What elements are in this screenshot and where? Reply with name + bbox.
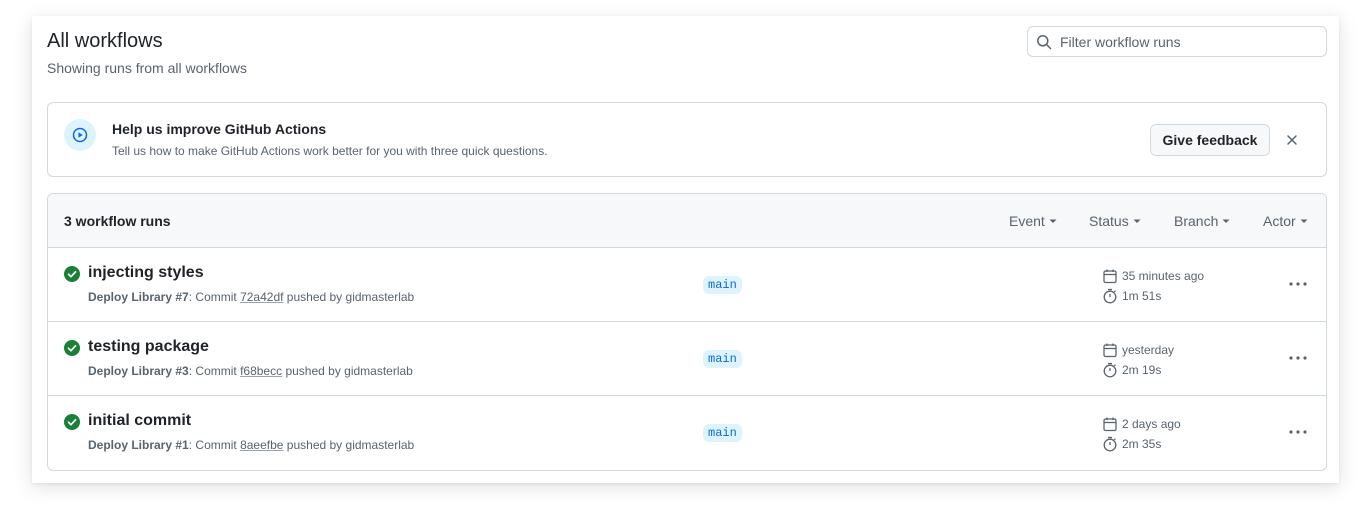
run-time: 35 minutes ago	[1102, 268, 1204, 284]
close-icon[interactable]	[1284, 132, 1300, 148]
commit-prefix: : Commit	[188, 364, 241, 378]
run-duration: 2m 19s	[1102, 362, 1161, 378]
page-subtitle: Showing runs from all workflows	[47, 60, 247, 76]
play-circle-icon	[64, 119, 96, 151]
filter-runs-input[interactable]	[1060, 33, 1310, 50]
run-time-label: 2 days ago	[1122, 417, 1181, 431]
pushed-by: pushed by gidmasterlab	[282, 364, 413, 378]
event-filter[interactable]: Event	[1009, 213, 1057, 229]
check-circle-icon	[64, 266, 80, 282]
workflow-runs-list: 3 workflow runs Event Status Branch Acto…	[47, 193, 1327, 471]
branch-badge[interactable]: main	[703, 350, 742, 368]
calendar-icon	[1102, 416, 1118, 432]
workflow-name: Deploy Library #7	[88, 290, 189, 304]
branch-filter[interactable]: Branch	[1174, 213, 1230, 229]
run-meta: Deploy Library #3: Commit f68becc pushed…	[88, 364, 413, 378]
page-title: All workflows	[47, 30, 163, 52]
commit-prefix: : Commit	[188, 290, 241, 304]
calendar-icon	[1102, 268, 1118, 284]
actor-filter[interactable]: Actor	[1263, 213, 1308, 229]
actor-filter-label: Actor	[1263, 213, 1296, 229]
workflow-name: Deploy Library #3	[88, 364, 189, 378]
run-time-label: yesterday	[1122, 343, 1175, 357]
commit-sha-link[interactable]: f68becc	[240, 364, 282, 378]
stopwatch-icon	[1102, 362, 1118, 378]
caret-down-icon	[1222, 217, 1230, 225]
kebab-horizontal-icon[interactable]	[1288, 276, 1308, 292]
caret-down-icon	[1049, 217, 1057, 225]
banner-title: Help us improve GitHub Actions	[112, 121, 327, 137]
runs-count: 3 workflow runs	[64, 213, 171, 229]
workflow-run-row[interactable]: injecting styles Deploy Library #7: Comm…	[48, 248, 1326, 322]
commit-sha-link[interactable]: 72a42df	[240, 290, 283, 304]
pushed-by: pushed by gidmasterlab	[283, 290, 415, 304]
branch-badge[interactable]: main	[703, 424, 742, 442]
run-title-link[interactable]: initial commit	[88, 412, 191, 430]
run-time: yesterday	[1102, 342, 1174, 358]
commit-sha-link[interactable]: 8aeefbe	[240, 438, 283, 452]
run-duration: 2m 35s	[1102, 436, 1161, 452]
kebab-horizontal-icon[interactable]	[1288, 424, 1308, 440]
branch-filter-label: Branch	[1174, 213, 1219, 229]
caret-down-icon	[1133, 217, 1141, 225]
run-duration-label: 1m 51s	[1122, 289, 1162, 303]
branch-badge[interactable]: main	[703, 276, 742, 294]
check-circle-icon	[64, 340, 80, 356]
run-duration: 1m 51s	[1102, 288, 1161, 304]
feedback-banner: Help us improve GitHub Actions Tell us h…	[47, 102, 1327, 177]
workflow-run-row[interactable]: initial commit Deploy Library #1: Commit…	[48, 396, 1326, 470]
run-meta: Deploy Library #7: Commit 72a42df pushed…	[88, 290, 414, 304]
search-icon	[1036, 34, 1052, 50]
stopwatch-icon	[1102, 436, 1118, 452]
caret-down-icon	[1300, 217, 1308, 225]
commit-prefix: : Commit	[188, 438, 241, 452]
run-time-label: 35 minutes ago	[1122, 269, 1205, 283]
give-feedback-button[interactable]: Give feedback	[1150, 124, 1270, 156]
search-box	[1027, 26, 1327, 57]
run-duration-label: 2m 19s	[1122, 363, 1162, 377]
run-time: 2 days ago	[1102, 416, 1181, 432]
workflows-panel: All workflows Showing runs from all work…	[32, 16, 1339, 483]
status-filter[interactable]: Status	[1089, 213, 1141, 229]
run-meta: Deploy Library #1: Commit 8aeefbe pushed…	[88, 438, 414, 452]
run-title-link[interactable]: testing package	[88, 338, 209, 356]
event-filter-label: Event	[1009, 213, 1045, 229]
kebab-horizontal-icon[interactable]	[1288, 350, 1308, 366]
runs-header: 3 workflow runs Event Status Branch Acto…	[48, 194, 1326, 248]
stopwatch-icon	[1102, 288, 1118, 304]
calendar-icon	[1102, 342, 1118, 358]
workflow-run-row[interactable]: testing package Deploy Library #3: Commi…	[48, 322, 1326, 396]
run-duration-label: 2m 35s	[1122, 437, 1162, 451]
banner-description: Tell us how to make GitHub Actions work …	[112, 144, 548, 158]
check-circle-icon	[64, 414, 80, 430]
workflow-name: Deploy Library #1	[88, 438, 189, 452]
pushed-by: pushed by gidmasterlab	[283, 438, 415, 452]
status-filter-label: Status	[1089, 213, 1129, 229]
run-title-link[interactable]: injecting styles	[88, 264, 204, 282]
